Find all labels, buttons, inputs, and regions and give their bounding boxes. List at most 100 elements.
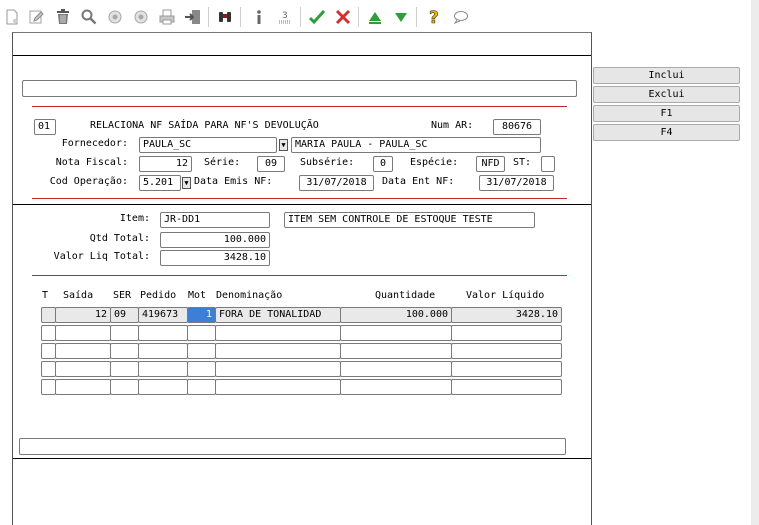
chevron-down-icon[interactable]: ▼: [279, 139, 288, 151]
exclui-button[interactable]: Exclui: [593, 86, 740, 103]
grid-cell-saida[interactable]: [55, 343, 111, 359]
grid-cell-pedido[interactable]: [138, 361, 188, 377]
valor-liq-total-label: Valor Liq Total:: [53, 251, 150, 262]
grid-cell-mot[interactable]: [187, 325, 216, 341]
item-label: Item:: [119, 213, 150, 224]
grid-cell-saida[interactable]: [55, 379, 111, 395]
fornecedor-name-field[interactable]: MARIA PAULA - PAULA_SC: [291, 137, 541, 153]
valor-liq-total-field: 3428.10: [160, 250, 270, 266]
toolbar-separator: [208, 7, 209, 27]
cod-operacao-field[interactable]: 5.201: [139, 175, 181, 191]
divider: [13, 204, 591, 205]
binoculars-icon[interactable]: [214, 6, 236, 28]
grid-cell-valor[interactable]: 3428.10: [451, 307, 562, 323]
f1-button[interactable]: F1: [593, 105, 740, 122]
f4-button[interactable]: F4: [593, 124, 740, 141]
grid-cell-pedido[interactable]: 419673: [138, 307, 188, 323]
column-header-saida: Saída: [63, 290, 94, 301]
exit-door-icon[interactable]: [182, 6, 204, 28]
serie-field[interactable]: 09: [257, 156, 285, 172]
grid-cell-mot[interactable]: [187, 361, 216, 377]
column-header-quantidade: Quantidade: [375, 290, 436, 301]
grid-cell-ser[interactable]: 09: [110, 307, 139, 323]
print-icon[interactable]: [156, 6, 178, 28]
num-ar-field[interactable]: 80676: [493, 119, 541, 135]
toolbar: 3 ?: [0, 0, 592, 34]
subserie-label: Subsérie:: [300, 157, 355, 168]
grid-cell-quantidade[interactable]: 100.000: [340, 307, 452, 323]
grid-cell-quantidade[interactable]: [340, 379, 452, 395]
code-field[interactable]: 01: [34, 119, 56, 135]
scroll-gutter: [751, 0, 759, 525]
grid-cell-pedido[interactable]: [138, 343, 188, 359]
grid-cell-valor[interactable]: [451, 343, 562, 359]
grid-cell-t[interactable]: [41, 325, 56, 341]
divider: [13, 55, 591, 56]
arrow-down-icon[interactable]: [390, 6, 412, 28]
next-record-icon[interactable]: [130, 6, 152, 28]
grid-cell-mot[interactable]: 1: [187, 307, 216, 323]
grid-cell-saida[interactable]: 12: [55, 307, 111, 323]
grid-cell-ser[interactable]: [110, 325, 139, 341]
grid-cell-saida[interactable]: [55, 361, 111, 377]
item-code-field[interactable]: JR-DD1: [160, 212, 270, 228]
grid-cell-quantidade[interactable]: [340, 325, 452, 341]
nota-fiscal-field[interactable]: 12: [139, 156, 192, 172]
especie-field[interactable]: NFD: [476, 156, 505, 172]
red-divider: [32, 106, 567, 107]
grid-cell-pedido[interactable]: [138, 325, 188, 341]
grid-cell-valor[interactable]: [451, 379, 562, 395]
numbered-list-icon[interactable]: 3: [274, 6, 296, 28]
previous-record-icon[interactable]: [104, 6, 126, 28]
data-ent-field[interactable]: 31/07/2018: [479, 175, 554, 191]
svg-text:?: ?: [429, 8, 439, 26]
grid-cell-quantidade[interactable]: [340, 361, 452, 377]
st-label: ST:: [513, 157, 532, 168]
inclui-button[interactable]: Inclui: [593, 67, 740, 84]
toolbar-separator: [358, 7, 359, 27]
grid-cell-t[interactable]: [41, 307, 56, 323]
grid-cell-saida[interactable]: [55, 325, 111, 341]
arrow-up-icon[interactable]: [364, 6, 386, 28]
grid-cell-mot[interactable]: [187, 343, 216, 359]
grid-cell-denominacao[interactable]: [215, 379, 341, 395]
column-header-valor-liquido: Valor Líquido: [466, 290, 545, 301]
grid-cell-valor[interactable]: [451, 361, 562, 377]
data-emis-field[interactable]: 31/07/2018: [299, 175, 374, 191]
subserie-field[interactable]: 0: [373, 156, 393, 172]
cancel-x-icon[interactable]: [332, 6, 354, 28]
data-emis-label: Data Emis NF:: [194, 176, 273, 187]
qtd-total-label: Qtd Total:: [89, 233, 150, 244]
grid-cell-t[interactable]: [41, 379, 56, 395]
grid-cell-ser[interactable]: [110, 343, 139, 359]
new-document-icon[interactable]: [1, 6, 23, 28]
edit-pencil-icon[interactable]: [26, 6, 48, 28]
grid-cell-t[interactable]: [41, 361, 56, 377]
trash-icon[interactable]: [52, 6, 74, 28]
column-header-pedido: Pedido: [140, 290, 177, 301]
st-field[interactable]: [541, 156, 555, 172]
grid-cell-ser[interactable]: [110, 379, 139, 395]
grid-cell-t[interactable]: [41, 343, 56, 359]
grid-cell-denominacao[interactable]: [215, 325, 341, 341]
grid-cell-ser[interactable]: [110, 361, 139, 377]
grid-cell-quantidade[interactable]: [340, 343, 452, 359]
grid-cell-pedido[interactable]: [138, 379, 188, 395]
grid-cell-denominacao[interactable]: FORA DE TONALIDAD: [215, 307, 341, 323]
comment-bubble-icon[interactable]: [450, 6, 472, 28]
especie-label: Espécie:: [410, 157, 459, 168]
form-title: RELACIONA NF SAÍDA PARA NF'S DEVOLUÇÃO: [90, 120, 319, 131]
grid-cell-valor[interactable]: [451, 325, 562, 341]
confirm-check-icon[interactable]: [306, 6, 328, 28]
grid-cell-mot[interactable]: [187, 379, 216, 395]
svg-text:3: 3: [282, 11, 288, 21]
grid-cell-denominacao[interactable]: [215, 343, 341, 359]
cod-operacao-label: Cod Operação:: [49, 176, 128, 187]
chevron-down-icon[interactable]: ▼: [182, 177, 191, 189]
fornecedor-code-field[interactable]: PAULA_SC: [139, 137, 277, 153]
search-icon[interactable]: [78, 6, 100, 28]
help-question-icon[interactable]: ?: [424, 6, 446, 28]
info-icon[interactable]: [248, 6, 270, 28]
divider: [13, 458, 591, 459]
grid-cell-denominacao[interactable]: [215, 361, 341, 377]
